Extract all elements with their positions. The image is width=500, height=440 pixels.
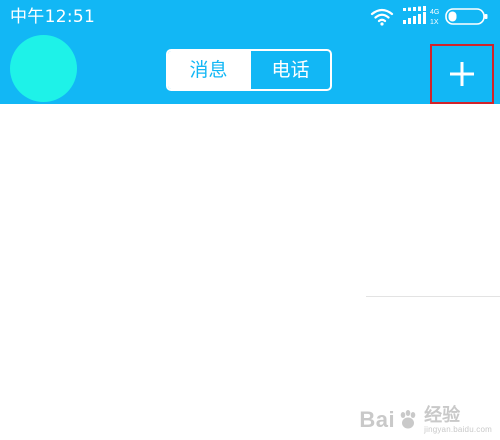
list-divider (366, 296, 500, 297)
signal-bars-icon-2 (403, 6, 426, 11)
watermark-url: jingyan.baidu.com (424, 425, 492, 434)
watermark-brand: Bai (359, 407, 396, 432)
message-call-switch: 消息 电话 (166, 49, 332, 91)
status-time: 中午12:51 (10, 7, 96, 27)
wifi-icon (370, 8, 394, 26)
paw-logo-icon (400, 410, 416, 429)
battery-icon (445, 8, 488, 25)
avatar[interactable] (10, 35, 77, 102)
network-label-bottom: 1X (430, 19, 439, 26)
add-button[interactable] (430, 44, 494, 104)
status-icons: 4G 1X (370, 6, 490, 28)
signal-bars-icon (403, 12, 426, 24)
watermark-cn: 经验 (424, 405, 461, 425)
tab-messages[interactable]: 消息 (168, 51, 249, 89)
watermark: Bai 经验 jingyan.baidu.com (359, 405, 492, 435)
status-icons-graphic: 4G 1X (370, 6, 488, 26)
plus-icon (450, 62, 474, 86)
top-bar: 中午12:51 4G 1X 消息 电话 (0, 0, 500, 104)
tab-calls[interactable]: 电话 (249, 51, 330, 89)
network-label-top: 4G (430, 9, 439, 16)
